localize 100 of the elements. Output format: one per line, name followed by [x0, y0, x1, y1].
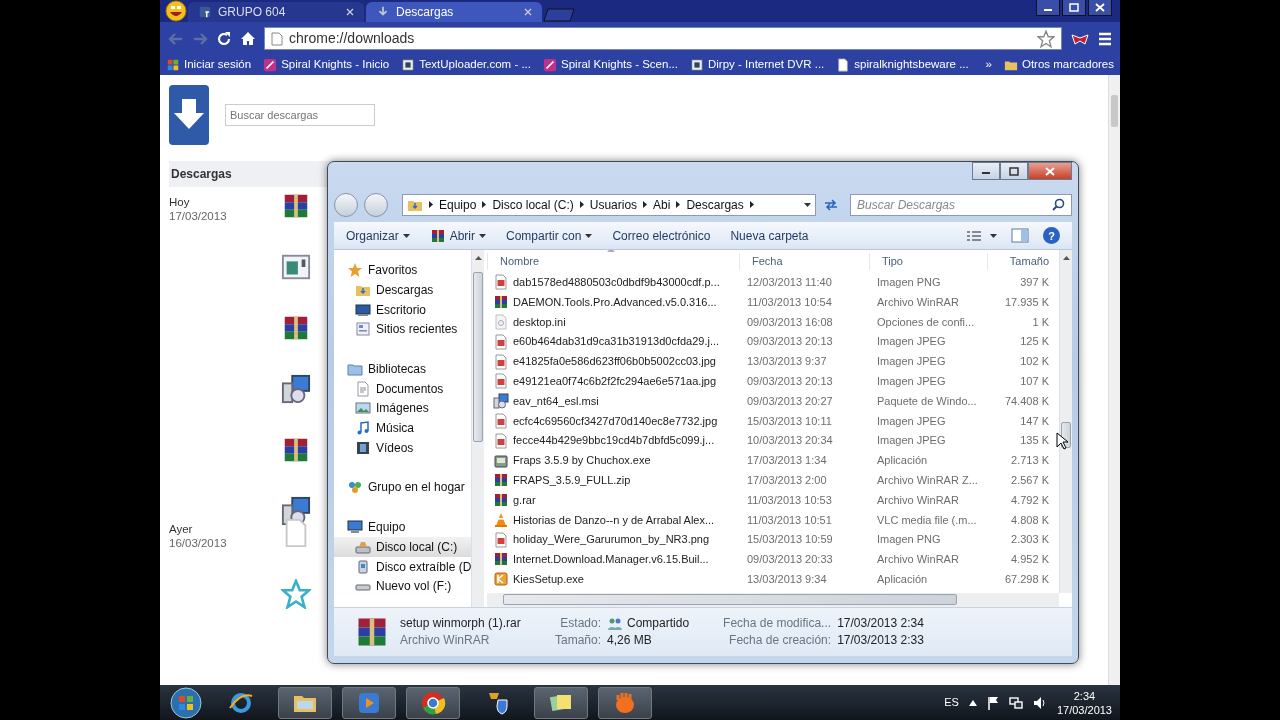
nav-item[interactable]: Descargas: [334, 280, 471, 300]
nav-item[interactable]: Nuevo vol (F:): [334, 576, 471, 597]
toolbar-button[interactable]: Abrir: [429, 226, 487, 245]
bookmark[interactable]: Spiral Knights - Scen...: [543, 56, 678, 74]
file-name[interactable]: DAEMON.Tools.Pro.Advanced.v5.0.316...: [513, 293, 717, 311]
bookmark[interactable]: spiralknightsbeware ...: [836, 56, 969, 74]
nav-item[interactable]: Bibliotecas: [334, 359, 471, 379]
scroll-up-icon[interactable]: [474, 256, 482, 261]
bookmark[interactable]: TextUploader.com - ...: [401, 56, 531, 74]
minimize-button[interactable]: [972, 162, 1000, 180]
close-icon[interactable]: [524, 8, 532, 16]
start-button[interactable]: [168, 685, 204, 720]
bookmark[interactable]: Dirpy - Internet DVR ...: [690, 56, 825, 74]
nav-item[interactable]: Vídeos: [334, 437, 471, 458]
file-name[interactable]: holiday_Were_Garurumon_by_NR3.png: [513, 531, 710, 548]
close-icon[interactable]: [346, 8, 354, 16]
refresh-icon[interactable]: [822, 196, 840, 213]
clock[interactable]: 2:34 17/03/2013: [1056, 688, 1112, 717]
taskbar-button[interactable]: [598, 686, 652, 719]
star-icon[interactable]: [281, 579, 311, 609]
column-header[interactable]: Nombre: [487, 253, 739, 270]
maximize-icon[interactable]: [1007, 165, 1021, 177]
breadcrumb-item[interactable]: Disco local (C:): [492, 195, 574, 214]
breadcrumb-item[interactable]: Usuarios: [589, 195, 638, 214]
scrollbar-thumb[interactable]: [473, 272, 483, 443]
browser-tab[interactable]: Descargas: [366, 2, 542, 22]
file-name[interactable]: e60b464dab31d9ca31b31913d0cfda29.j...: [513, 333, 720, 350]
back-button[interactable]: [334, 192, 358, 217]
close-icon[interactable]: [1043, 165, 1057, 177]
toolbar-button[interactable]: Correo electrónico: [612, 226, 711, 245]
file-name[interactable]: e49121ea0f74c6b2f2fc294ae6e571aa.jpg: [513, 373, 717, 390]
taskbar-button[interactable]: [406, 686, 460, 719]
home-icon[interactable]: [240, 30, 256, 47]
file-name[interactable]: e41825fa0e586d623ff06b0b5002cc03.jpg: [513, 353, 716, 370]
nav-item[interactable]: Grupo en el hogar: [334, 477, 471, 498]
close-button[interactable]: [1088, 0, 1112, 16]
nav-item[interactable]: Documentos: [334, 378, 471, 399]
search-field[interactable]: Buscar Descargas: [850, 193, 1072, 216]
nav-item[interactable]: Sitios recientes: [334, 319, 471, 340]
breadcrumb-item[interactable]: Equipo: [439, 195, 477, 214]
breadcrumb-item[interactable]: Abi: [653, 195, 671, 214]
search-field[interactable]: Buscar descargas: [225, 104, 375, 126]
show-hidden-icons-icon[interactable]: [968, 699, 977, 706]
scrollbar-thumb[interactable]: [503, 594, 957, 606]
file-name[interactable]: fecce44b429e9bbc19cd4b7dbfd5c099.j...: [513, 432, 715, 449]
nav-item[interactable]: Escritorio: [334, 299, 471, 320]
scrollbar[interactable]: [1059, 250, 1072, 594]
nav-item[interactable]: Disco local (C:): [334, 537, 471, 557]
breadcrumb-item[interactable]: Descargas: [686, 195, 744, 214]
file-name[interactable]: dab1578ed4880503c0dbdf9b43000cdf.p...: [513, 274, 720, 291]
reload-icon[interactable]: [216, 30, 232, 47]
address-bar[interactable]: Equipo Disco local (C:) Usuarios Abi Descargas: [402, 193, 816, 216]
maximize-button[interactable]: [1000, 162, 1028, 180]
scroll-up-icon[interactable]: [1062, 256, 1070, 261]
volume-icon[interactable]: [1032, 695, 1047, 710]
forward-button[interactable]: [364, 192, 388, 217]
scrollbar[interactable]: [487, 593, 1059, 608]
language-indicator[interactable]: ES: [944, 694, 959, 711]
toolbar-button[interactable]: Nueva carpeta: [730, 226, 809, 245]
menu-icon[interactable]: [1098, 31, 1112, 46]
file-name[interactable]: g.rar: [513, 491, 536, 509]
file-name[interactable]: eav_nt64_esl.msi: [513, 392, 599, 410]
toolbar-button[interactable]: Compartir con: [506, 226, 593, 245]
file-name[interactable]: KiesSetup.exe: [513, 571, 584, 588]
overflow-button[interactable]: »: [985, 56, 992, 74]
file-name[interactable]: Fraps 3.5.9 by Chuchox.exe: [513, 452, 651, 469]
bookmark[interactable]: Iniciar sesión: [166, 56, 252, 74]
bookmark[interactable]: Spiral Knights - Inicio: [263, 56, 390, 74]
file-name[interactable]: Internet.Download.Manager.v6.15.Buil...: [513, 551, 709, 568]
column-header[interactable]: Tipo: [869, 253, 987, 270]
nav-item[interactable]: Disco extraíble (D: [334, 556, 471, 577]
maximize-button[interactable]: [1062, 0, 1086, 16]
browser-tab[interactable]: GRUPO 604: [188, 2, 364, 22]
file-name[interactable]: ecfc4c69560cf3427d70d140ec8e7732.jpg: [513, 412, 718, 430]
nav-item[interactable]: Imágenes: [334, 398, 471, 419]
flag-icon[interactable]: [986, 695, 999, 710]
toolbar-button[interactable]: Organizar: [346, 226, 410, 245]
scrollbar[interactable]: [1108, 75, 1120, 685]
scrollbar[interactable]: [471, 250, 484, 608]
taskbar-button[interactable]: [342, 686, 396, 719]
network-icon[interactable]: [1008, 695, 1023, 710]
star-icon[interactable]: [1037, 29, 1055, 48]
maximize-icon[interactable]: [1068, 2, 1080, 13]
window-icon[interactable]: [281, 252, 311, 282]
scrollbar-thumb[interactable]: [1111, 95, 1118, 127]
installer-icon[interactable]: [281, 374, 311, 404]
nav-item[interactable]: Equipo: [334, 517, 471, 537]
file-name[interactable]: Historias de Danzo--n y de Arrabal Alex...: [513, 511, 715, 529]
column-header[interactable]: Fecha: [739, 253, 869, 270]
file-name[interactable]: desktop.ini: [513, 313, 566, 331]
file-name[interactable]: FRAPS_3.5.9_FULL.zip: [513, 472, 631, 489]
taskbar-button[interactable]: [534, 686, 588, 719]
taskbar-button[interactable]: [278, 686, 332, 719]
address-bar[interactable]: chrome://downloads: [264, 27, 1062, 50]
nav-item[interactable]: Favoritos: [334, 260, 471, 281]
bookmark-folder[interactable]: Otros marcadores: [1003, 56, 1114, 74]
help-button[interactable]: ?: [1043, 227, 1060, 245]
nav-item[interactable]: Música: [334, 418, 471, 438]
view-options-icon[interactable]: [966, 229, 982, 242]
column-header[interactable]: Tamaño: [987, 253, 1051, 270]
